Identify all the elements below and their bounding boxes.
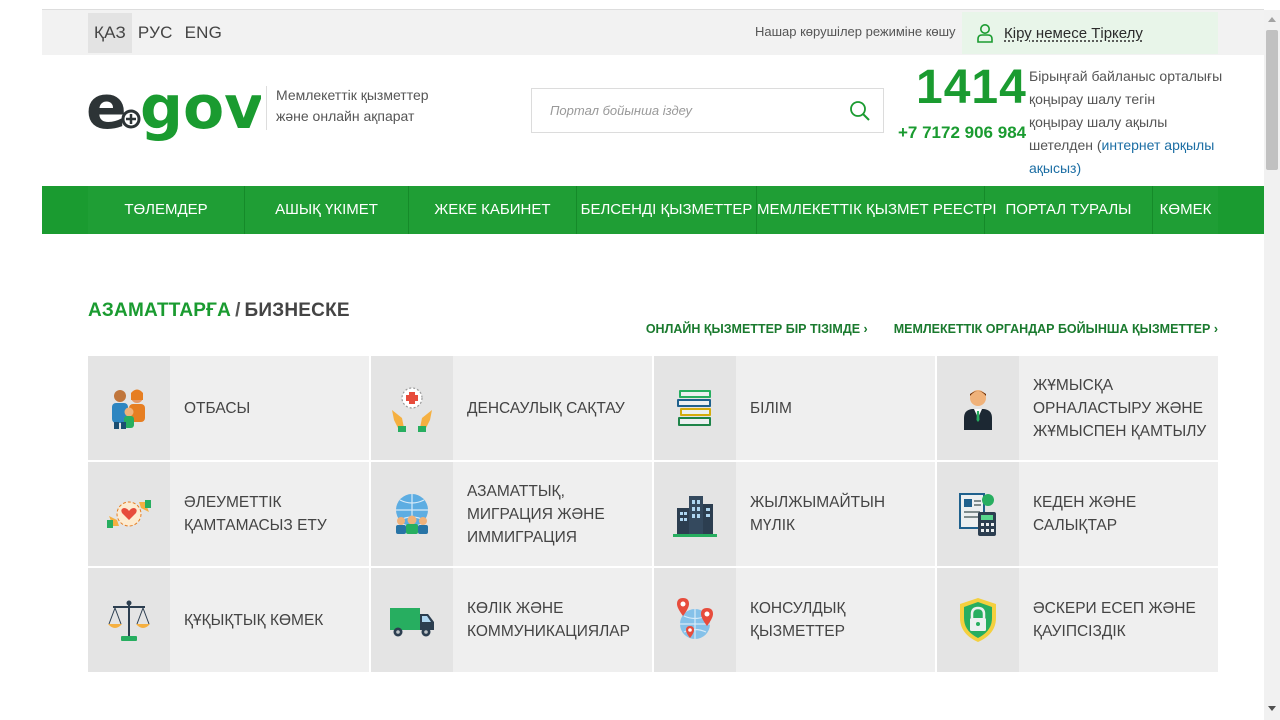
category-healthcare[interactable]: ДЕНСАУЛЫҚ САҚТАУ: [371, 356, 652, 460]
category-icon-cell: [937, 568, 1019, 672]
svg-text:e: e: [86, 73, 127, 143]
lang-rus[interactable]: РУС: [132, 13, 179, 53]
nav-proactive-services[interactable]: БЕЛСЕНДІ ҚЫЗМЕТТЕР: [577, 186, 757, 234]
category-citizenship-migration[interactable]: АЗАМАТТЫҚ, МИГРАЦИЯ ЖӘНЕ ИММИГРАЦИЯ: [371, 462, 652, 566]
category-icon-cell: [88, 356, 170, 460]
scroll-down-arrow-icon[interactable]: [1266, 702, 1278, 714]
category-icon-cell: [654, 568, 736, 672]
tagline-divider: [266, 86, 267, 130]
truck-icon: [390, 608, 434, 637]
category-icon-cell: [371, 462, 453, 566]
globe-people-icon: [396, 494, 428, 534]
category-label: ӘЛЕУМЕТТІК ҚАМТАМАСЫЗ ЕТУ: [184, 494, 327, 534]
services-by-agency-link[interactable]: МЕМЛЕКЕТТІК ОРГАНДАР БОЙЫНША ҚЫЗМЕТТЕР ›: [894, 322, 1218, 336]
worker-icon: [964, 390, 992, 430]
category-icon-cell: [654, 462, 736, 566]
low-vision-mode-link[interactable]: Нашар көрушілер режиміне көшу: [755, 24, 956, 39]
tagline-line-2: және онлайн ақпарат: [276, 108, 415, 124]
citizens-tab[interactable]: АЗАМАТТАРҒА: [88, 300, 231, 321]
contact-line-2: қоңырау шалу тегін: [1029, 91, 1156, 107]
category-label: ДЕНСАУЛЫҚ САҚТАУ: [467, 399, 625, 417]
category-label: КӨЛІК ЖӘНЕ КОММУНИКАЦИЯЛАР: [467, 600, 630, 640]
category-customs-taxes[interactable]: КЕДЕН ЖӘНЕ САЛЫҚТАР: [937, 462, 1218, 566]
category-label: ЖЫЛЖЫМАЙТЫН МҮЛІК: [750, 494, 886, 534]
tax-calculator-icon: [959, 493, 996, 536]
buildings-icon: [673, 496, 717, 537]
category-icon-cell: [654, 356, 736, 460]
scrollbar-thumb[interactable]: [1266, 30, 1278, 170]
login-button[interactable]: Кіру немесе Тіркелу: [962, 12, 1218, 54]
lang-eng[interactable]: ENG: [179, 13, 228, 53]
category-military-security[interactable]: ӘСКЕРИ ЕСЕП ЖӘНЕ ҚАУІПСІЗДІК: [937, 568, 1218, 672]
category-consular[interactable]: КОНСУЛДЫҚ ҚЫЗМЕТТЕР: [654, 568, 935, 672]
category-label: ЖҰМЫСҚА ОРНАЛАСТЫРУ ЖӘНЕ ЖҰМЫСПЕН ҚАМТЫЛ…: [1033, 376, 1207, 440]
category-icon-cell: [88, 462, 170, 566]
healthcare-icon: [392, 387, 432, 432]
category-real-estate[interactable]: ЖЫЛЖЫМАЙТЫН МҮЛІК: [654, 462, 935, 566]
search-input[interactable]: [532, 89, 849, 132]
social-care-icon: [107, 500, 151, 528]
category-legal-aid[interactable]: ҚҰҚЫҚТЫҚ КӨМЕК: [88, 568, 369, 672]
shield-lock-icon: [960, 598, 996, 642]
category-label: КОНСУЛДЫҚ ҚЫЗМЕТТЕР: [750, 600, 846, 640]
nav-about-portal[interactable]: ПОРТАЛ ТУРАЛЫ: [985, 186, 1153, 234]
category-label: ОТБАСЫ: [184, 399, 251, 417]
nav-help[interactable]: КӨМЕК: [1153, 186, 1218, 234]
scales-icon: [108, 600, 150, 641]
nav-services-registry[interactable]: МЕМЛЕКЕТТІК ҚЫЗМЕТ РЕЕСТРІ: [757, 186, 997, 234]
family-icon: [112, 389, 145, 429]
contact-line-5[interactable]: ақысыз): [1029, 157, 1229, 180]
lang-kaz[interactable]: ҚАЗ: [88, 13, 132, 53]
nav-personal-cabinet[interactable]: ЖЕКЕ КАБИНЕТ: [409, 186, 577, 234]
audience-switch: АЗАМАТТАРҒА / БИЗНЕСКЕ: [88, 300, 350, 322]
contact-center-info: Бірыңғай байланыс орталығы қоңырау шалу …: [1029, 65, 1229, 180]
contact-line-1: Бірыңғай байланыс орталығы: [1029, 68, 1223, 84]
category-label: ҚҰҚЫҚТЫҚ КӨМЕК: [184, 611, 324, 629]
nav-payments[interactable]: ТӨЛЕМДЕР: [88, 186, 245, 234]
category-employment[interactable]: ЖҰМЫСҚА ОРНАЛАСТЫРУ ЖӘНЕ ЖҰМЫСПЕН ҚАМТЫЛ…: [937, 356, 1218, 460]
category-family[interactable]: ОТБАСЫ: [88, 356, 369, 460]
category-label: АЗАМАТТЫҚ, МИГРАЦИЯ ЖӘНЕ ИММИГРАЦИЯ: [467, 482, 605, 546]
category-label: КЕДЕН ЖӘНЕ САЛЫҚТАР: [1033, 494, 1137, 534]
contact-line-4-prefix: шетелден (: [1029, 137, 1102, 153]
tagline-line-1: Мемлекеттік қызметтер: [276, 87, 429, 103]
hotline-number[interactable]: 1414: [916, 60, 1027, 115]
international-phone[interactable]: +7 7172 906 984: [898, 123, 1026, 143]
category-icon-cell: [371, 568, 453, 672]
category-grid: ОТБАСЫ ДЕНСАУЛЫҚ САҚТАУ БІЛІМ ЖҰМЫСҚА ОР…: [88, 356, 1219, 672]
search-icon[interactable]: [849, 100, 871, 122]
category-icon-cell: [937, 356, 1019, 460]
online-services-list-link[interactable]: ОНЛАЙН ҚЫЗМЕТТЕР БІР ТІЗІМДЕ ›: [646, 322, 868, 336]
category-transport[interactable]: КӨЛІК ЖӘНЕ КОММУНИКАЦИЯЛАР: [371, 568, 652, 672]
quick-links: ОНЛАЙН ҚЫЗМЕТТЕР БІР ТІЗІМДЕ › МЕМЛЕКЕТТ…: [646, 322, 1218, 336]
business-tab[interactable]: БИЗНЕСКЕ: [245, 300, 350, 321]
svg-text:gov: gov: [140, 73, 261, 143]
scroll-up-arrow-icon[interactable]: [1266, 14, 1278, 26]
contact-line-3: қоңырау шалу ақылы: [1029, 114, 1168, 130]
nav-open-government[interactable]: АШЫҚ ҮКІМЕТ: [245, 186, 409, 234]
category-label: ӘСКЕРИ ЕСЕП ЖӘНЕ ҚАУІПСІЗДІК: [1033, 600, 1196, 640]
egov-logo[interactable]: e gov: [86, 72, 263, 152]
main-nav: ТӨЛЕМДЕР АШЫҚ ҮКІМЕТ ЖЕКЕ КАБИНЕТ БЕЛСЕН…: [88, 186, 1218, 234]
category-icon-cell: [371, 356, 453, 460]
category-education[interactable]: БІЛІМ: [654, 356, 935, 460]
audience-separator: /: [235, 300, 241, 321]
books-icon: [677, 390, 711, 426]
language-switcher: ҚАЗ РУС ENG: [88, 13, 228, 53]
internet-call-link[interactable]: интернет арқылы: [1102, 137, 1215, 153]
category-icon-cell: [88, 568, 170, 672]
contact-line-4: шетелден (интернет арқылы: [1029, 134, 1229, 157]
category-social-security[interactable]: ӘЛЕУМЕТТІК ҚАМТАМАСЫЗ ЕТУ: [88, 462, 369, 566]
login-label: Кіру немесе Тіркелу: [1004, 24, 1143, 42]
search-box: [531, 88, 884, 133]
site-tagline: Мемлекеттік қызметтер және онлайн ақпара…: [276, 85, 476, 127]
category-label: БІЛІМ: [750, 399, 792, 417]
category-icon-cell: [937, 462, 1019, 566]
globe-pins-icon: [677, 598, 713, 639]
user-icon: [977, 24, 993, 43]
